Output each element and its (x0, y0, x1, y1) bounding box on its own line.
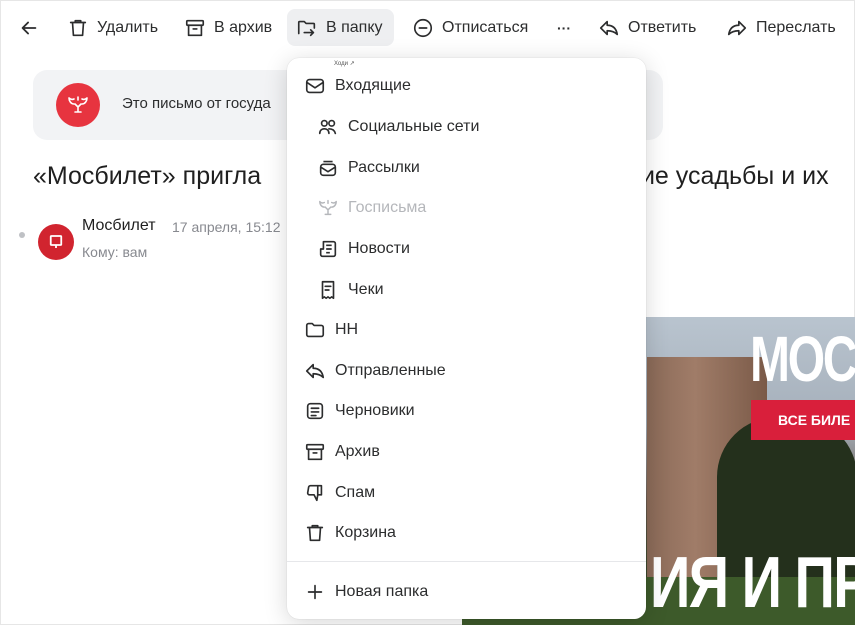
new-folder-label: Новая папка (335, 583, 429, 600)
people-icon (317, 116, 339, 138)
folder-item-label: Спам (335, 484, 376, 501)
archive-label: В архив (214, 18, 273, 36)
banner-text: Это письмо от госуда (122, 95, 271, 112)
news-icon (317, 238, 339, 260)
mosbilet-logo-icon (49, 235, 63, 248)
archive-icon (185, 19, 205, 36)
folder-item-social[interactable]: Социальные сети (287, 107, 646, 147)
forward-label: Переслать (756, 18, 836, 36)
promo-headline: ИЯ И ПР (650, 543, 855, 623)
folder-item-trash[interactable]: Корзина (287, 513, 646, 553)
archive-icon (304, 441, 326, 463)
folder-item-label: Рассылки (348, 159, 420, 176)
promo-cta-button[interactable]: ВСЕ БИЛЕ (751, 400, 855, 440)
forward-icon (727, 20, 747, 35)
folder-item-label: Черновики (335, 402, 415, 419)
forward-button[interactable]: Переслать (726, 9, 836, 46)
folder-item-gov-letters: Госписьма (287, 188, 646, 228)
delete-label: Удалить (97, 18, 159, 36)
email-date: 17 апреля, 15:12 (172, 219, 281, 235)
arrow-left-icon (21, 21, 37, 34)
drafts-icon (304, 400, 326, 422)
folder-item-drafts[interactable]: Черновики (287, 391, 646, 431)
folder-icon (304, 319, 326, 341)
sender-name[interactable]: Мосбилет (82, 217, 156, 235)
folder-item-inbox[interactable]: Входящие (287, 66, 646, 106)
folder-item-label: Госписьма (348, 199, 427, 216)
newsletter-icon (317, 157, 339, 179)
spam-icon (304, 482, 326, 504)
folder-item-sent[interactable]: Отправленные (287, 351, 646, 391)
folder-item-news[interactable]: Новости (287, 229, 646, 269)
menu-divider (287, 561, 646, 562)
folder-item-label: Архив (335, 443, 380, 460)
more-button[interactable]: ··· (557, 9, 571, 46)
back-button[interactable] (18, 9, 42, 46)
new-folder-button[interactable]: Новая папка (287, 572, 646, 612)
folder-item-label: Корзина (335, 524, 396, 541)
move-to-folder-label: В папку (326, 18, 383, 36)
trash-icon (69, 19, 87, 36)
folder-item-newsletters[interactable]: Рассылки (287, 148, 646, 188)
folder-item-receipts[interactable]: Чеки (287, 270, 646, 310)
folder-item-spam[interactable]: Спам (287, 473, 646, 513)
minus-circle-icon (413, 18, 433, 37)
toolbar: Удалить В архив В папку Отписаться ··· О… (0, 0, 855, 56)
email-subject-continued: кие усадьбы и их (630, 162, 829, 190)
emblem-icon (317, 197, 339, 219)
plus-icon (304, 581, 326, 603)
folder-item-label: НН (335, 321, 359, 338)
trash-icon (304, 522, 326, 544)
delete-button[interactable]: Удалить (67, 9, 158, 46)
promo-brand: МОС: (750, 323, 855, 395)
reply-icon (599, 20, 619, 35)
folder-item-nn[interactable]: НН (287, 310, 646, 350)
folder-item-label: Чеки (348, 281, 384, 298)
reply-button[interactable]: Ответить (598, 9, 696, 46)
inbox-icon (304, 75, 326, 97)
move-folder-icon (297, 20, 316, 36)
email-subject: «Мосбилет» пригла (33, 162, 262, 190)
more-dots-icon: ··· (557, 19, 571, 36)
archive-button[interactable]: В архив (184, 9, 272, 46)
sent-icon (304, 360, 326, 382)
move-to-folder-menu: Ходи ↗ Входящие Социальные сети Рассылки… (287, 58, 646, 619)
unread-dot[interactable] (19, 232, 25, 238)
emblem-icon (56, 83, 100, 127)
folder-item-archive[interactable]: Архив (287, 432, 646, 472)
reply-label: Ответить (628, 18, 697, 36)
unsubscribe-label: Отписаться (442, 18, 529, 36)
receipt-icon (317, 279, 339, 301)
folder-item-label: Входящие (335, 77, 411, 94)
avatar[interactable] (38, 224, 74, 260)
folder-item-label: Отправленные (335, 362, 446, 379)
move-to-folder-button[interactable]: В папку (287, 9, 394, 46)
recipient-line: Кому: вам (82, 244, 148, 260)
folder-item-label: Новости (348, 240, 410, 257)
unsubscribe-button[interactable]: Отписаться (412, 9, 528, 46)
folder-item-label: Социальные сети (348, 118, 480, 135)
